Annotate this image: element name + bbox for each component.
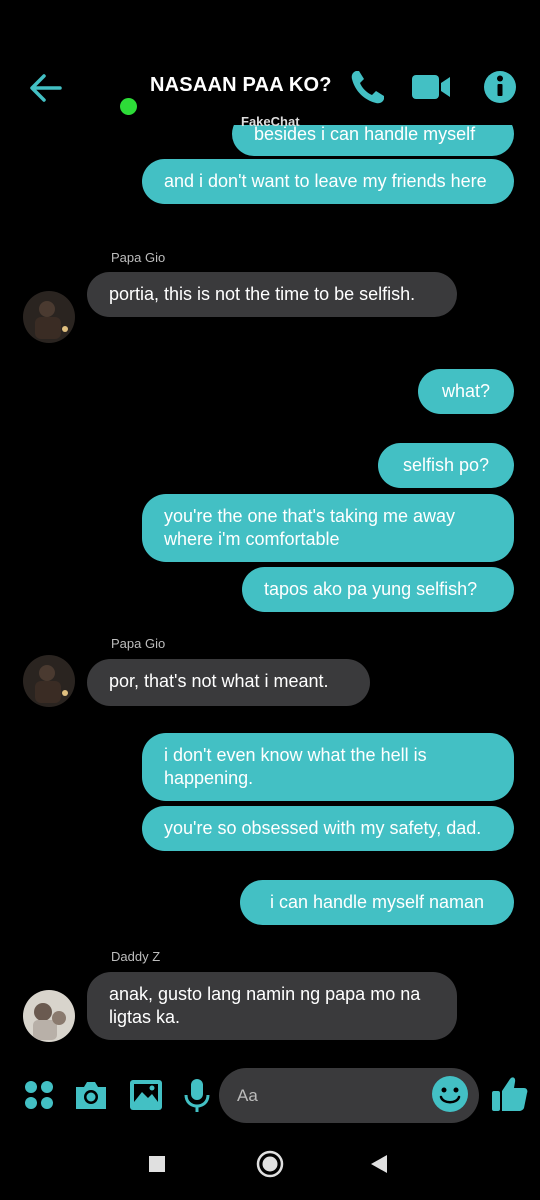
message-incoming: portia, this is not the time to be selfi… (87, 272, 457, 317)
avatar[interactable] (23, 291, 75, 343)
thumbs-up-icon[interactable] (490, 1073, 530, 1115)
phone-icon[interactable] (347, 66, 387, 108)
microphone-icon[interactable] (178, 1076, 216, 1114)
sender-name: Daddy Z (111, 949, 161, 964)
home-icon[interactable] (256, 1150, 284, 1183)
message-outgoing: what? (418, 369, 514, 414)
message-incoming: anak, gusto lang namin ng papa mo na lig… (87, 972, 457, 1040)
back-arrow-icon[interactable] (26, 68, 66, 108)
online-status-dot (120, 98, 137, 115)
message-outgoing: you're the one that's taking me away whe… (142, 494, 514, 562)
emoji-icon[interactable] (430, 1074, 470, 1114)
watermark: FakeChat (241, 114, 300, 129)
avatar[interactable] (23, 655, 75, 707)
message-outgoing: i can handle myself naman (240, 880, 514, 925)
message-outgoing: selfish po? (378, 443, 514, 488)
message-outgoing: tapos ako pa yung selfish? (242, 567, 514, 612)
message-incoming: por, that's not what i meant. (87, 659, 370, 706)
chat-title[interactable]: NASAAN PAA KO? (150, 74, 332, 97)
chat-header: NASAAN PAA KO? (0, 0, 540, 125)
message-outgoing: i don't even know what the hell is happe… (142, 733, 514, 801)
apps-icon[interactable] (20, 1076, 58, 1114)
image-icon[interactable] (127, 1076, 165, 1114)
back-nav-icon[interactable] (368, 1153, 390, 1180)
video-call-icon[interactable] (410, 66, 450, 108)
recents-icon[interactable] (147, 1154, 167, 1179)
info-icon[interactable] (481, 66, 521, 108)
sender-name: Papa Gio (111, 250, 166, 265)
avatar[interactable] (23, 990, 75, 1042)
message-input-placeholder: Aa (237, 1086, 258, 1105)
message-outgoing: you're so obsessed with my safety, dad. (142, 806, 514, 851)
camera-icon[interactable] (72, 1076, 110, 1114)
message-outgoing: and i don't want to leave my friends her… (142, 159, 514, 204)
sender-name: Papa Gio (111, 636, 166, 651)
